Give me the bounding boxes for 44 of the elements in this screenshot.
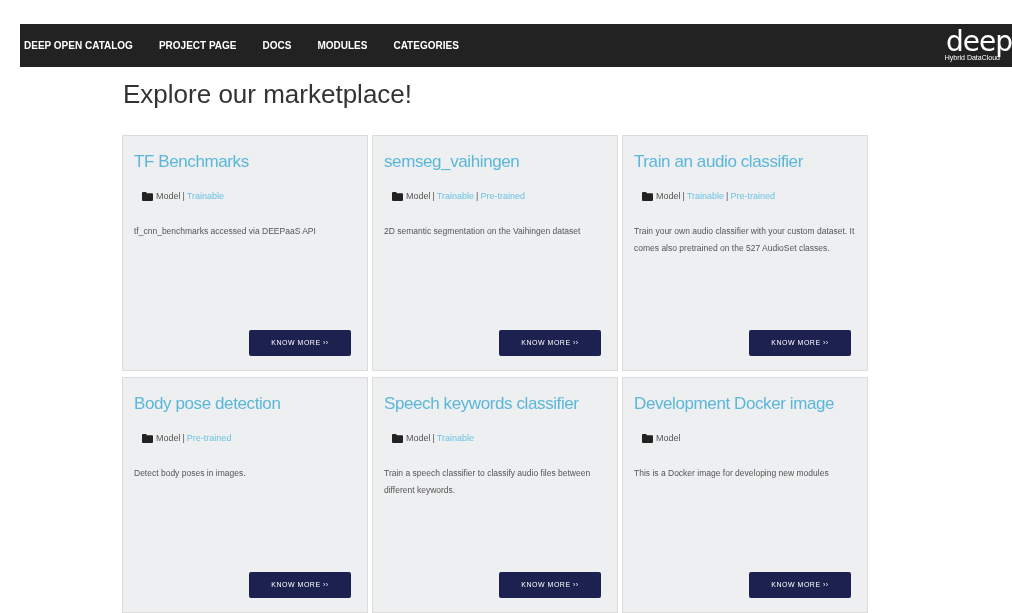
card-title[interactable]: TF Benchmarks bbox=[134, 150, 249, 174]
card-title[interactable]: semseg_vaihingen bbox=[384, 150, 520, 174]
card-description: 2D semantic segmentation on the Vaihingen dataset bbox=[384, 224, 582, 238]
tag-link[interactable]: Pre-trained bbox=[186, 432, 232, 446]
tag-link[interactable]: Trainable bbox=[686, 190, 725, 204]
tag-link[interactable]: Pre-trained bbox=[480, 190, 525, 204]
category-label: Model bbox=[656, 190, 681, 203]
card-description: Train your own audio classifier with your custom dataset. It comes also pretrained on the 527 AudioSet classes. bbox=[634, 224, 856, 255]
card-title[interactable]: Train an audio classifier bbox=[634, 150, 803, 174]
page-heading: Explore our marketplace! bbox=[123, 78, 414, 110]
folder-icon bbox=[642, 192, 653, 202]
separator-text: | bbox=[432, 190, 435, 203]
folder-icon bbox=[142, 192, 153, 202]
card-description: tf_cnn_benchmarks accessed via DEEPaaS API bbox=[134, 224, 317, 238]
card-title[interactable]: Speech keywords classifier bbox=[384, 392, 579, 416]
tag-link[interactable]: Trainable bbox=[436, 432, 475, 446]
nav-link[interactable]: DOCS bbox=[262, 38, 292, 53]
category-label: Model bbox=[156, 432, 181, 445]
category-label: Model bbox=[406, 432, 431, 445]
separator-text: | bbox=[726, 190, 729, 203]
folder-icon bbox=[392, 192, 403, 202]
nav-link[interactable]: PROJECT PAGE bbox=[158, 38, 237, 53]
card-description: This is a Docker image for developing new modules bbox=[634, 466, 830, 480]
category-label: Model bbox=[656, 432, 681, 445]
tag-link[interactable]: Trainable bbox=[436, 190, 475, 204]
card-title[interactable]: Development Docker image bbox=[634, 392, 835, 416]
folder-icon bbox=[142, 434, 153, 444]
tag-link[interactable]: Trainable bbox=[186, 190, 225, 204]
tag-link[interactable]: Pre-trained bbox=[730, 190, 775, 204]
separator-text: | bbox=[182, 432, 185, 445]
category-label: Model bbox=[406, 190, 431, 203]
nav-link[interactable]: DEEP OPEN CATALOG bbox=[24, 38, 133, 53]
nav-link[interactable]: MODULES bbox=[317, 38, 368, 53]
separator-text: | bbox=[432, 432, 435, 445]
separator-text: | bbox=[182, 190, 185, 203]
folder-icon bbox=[642, 434, 653, 444]
card-description: Detect body poses in images. bbox=[134, 466, 247, 480]
card-title[interactable]: Body pose detection bbox=[134, 392, 281, 416]
folder-icon bbox=[392, 434, 403, 444]
card-description: Train a speech classifier to classify audio files between different keywords. bbox=[384, 466, 592, 497]
separator-text: | bbox=[682, 190, 685, 203]
category-label: Model bbox=[156, 190, 181, 203]
separator-text: | bbox=[476, 190, 479, 203]
nav-link[interactable]: CATEGORIES bbox=[393, 38, 459, 53]
